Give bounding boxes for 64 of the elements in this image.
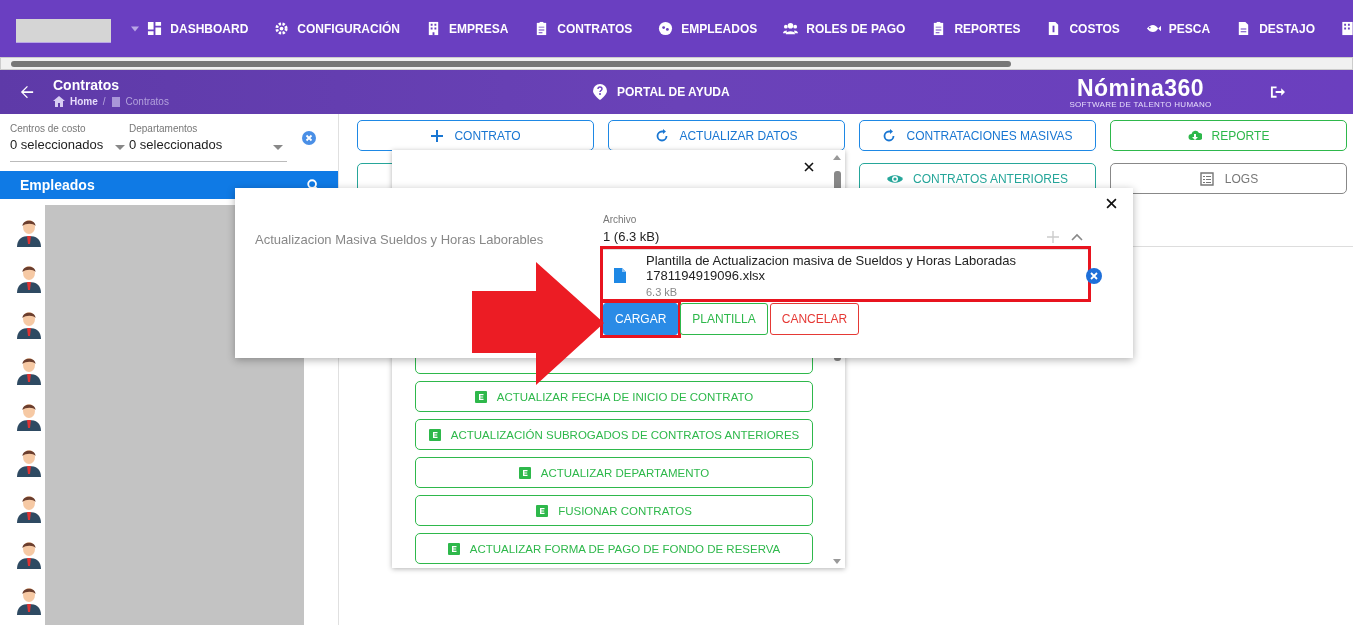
dialog-button[interactable]: CARGAR: [603, 303, 679, 335]
home-icon: [53, 96, 65, 107]
nav-item[interactable]: CONTRATOS: [534, 21, 633, 36]
breadcrumb-current: Contratos: [125, 96, 169, 107]
nav-item[interactable]: ROLES DE PAGO: [783, 21, 906, 36]
breadcrumb-separator: /: [102, 96, 106, 107]
back-arrow-icon[interactable]: [20, 85, 34, 99]
close-icon[interactable]: [804, 162, 814, 172]
filter-select[interactable]: Centros de costo 0 seleccionados: [10, 123, 129, 162]
spreadsheet-icon: [518, 466, 531, 479]
file-name: Plantilla de Actualizacion masiva de Sueldos y Horas Laboradas 1781194919096.xlsx: [646, 253, 1017, 283]
action-button[interactable]: CONTRATACIONES MASIVAS: [859, 120, 1096, 151]
logo-tagline: SOFTWARE DE TALENTO HUMANO: [1069, 99, 1212, 109]
spreadsheet-icon: [536, 504, 549, 517]
help-icon: [593, 84, 607, 100]
scroll-up-icon[interactable]: [833, 155, 841, 160]
nav-icon: [426, 21, 441, 36]
redacted-select-field[interactable]: [16, 18, 112, 43]
remove-icon[interactable]: [1086, 267, 1102, 284]
close-icon[interactable]: [1106, 198, 1117, 209]
field-label: Archivo: [603, 214, 638, 225]
caret-icon: [273, 145, 283, 150]
spreadsheet-icon: [474, 390, 487, 403]
nav-item[interactable]: REPORTES: [931, 21, 1021, 36]
nav-item[interactable]: COSTOS: [1046, 21, 1120, 36]
caret-icon: [131, 25, 140, 32]
caret-icon: [115, 145, 125, 150]
nav-icon: [783, 21, 799, 36]
nav-item[interactable]: PESCA: [1145, 21, 1211, 36]
employees-title: Empleados: [20, 177, 95, 193]
list-icon: [1198, 171, 1215, 186]
logo-wordmark: Nómina360: [1076, 75, 1205, 100]
horizontal-scrollbar[interactable]: [0, 57, 1353, 70]
action-button[interactable]: LOGS: [1110, 163, 1347, 194]
file-icon: [614, 268, 626, 283]
nav-icon: [147, 21, 163, 36]
building-icon[interactable]: [1341, 21, 1353, 36]
help-portal-link[interactable]: PORTAL DE AYUDA: [593, 84, 1053, 100]
dialog-button[interactable]: CANCELAR: [769, 303, 860, 335]
refresh-icon: [655, 128, 670, 143]
filter-select[interactable]: Departamentos 0 seleccionados: [129, 123, 287, 162]
nav-item[interactable]: DESTAJO: [1236, 21, 1315, 36]
nav-item[interactable]: DASHBOARD: [147, 21, 249, 36]
breadcrumb-link[interactable]: Home: [70, 96, 98, 107]
nav-icon: [274, 21, 290, 36]
nav-item[interactable]: EMPRESA: [426, 21, 509, 36]
nav-icon: [658, 21, 674, 36]
scroll-down-icon[interactable]: [833, 559, 841, 564]
logout-icon[interactable]: [1270, 85, 1285, 99]
chevron-up-icon[interactable]: [1071, 232, 1083, 241]
dialog-label: Actualizacion Masiva Sueldos y Horas Laborables: [255, 232, 544, 247]
page-title: Contratos: [53, 77, 121, 93]
nav-item[interactable]: EMPLEADOS: [658, 21, 758, 36]
action-button[interactable]: CONTRATO: [357, 120, 594, 151]
file-count: 1 (6.3 kB): [603, 229, 661, 244]
plus-icon: [430, 128, 445, 143]
refresh-icon: [882, 128, 897, 143]
nav-item[interactable]: CONFIGURACIÓN: [274, 21, 400, 36]
spreadsheet-icon: [428, 428, 441, 441]
clear-icon[interactable]: [302, 131, 316, 145]
file-size: 6.3 kB: [646, 286, 679, 298]
action-button[interactable]: ACTUALIZAR DATOS: [608, 120, 845, 151]
cloud-download-icon: [1187, 128, 1202, 143]
spreadsheet-icon: [447, 542, 460, 555]
